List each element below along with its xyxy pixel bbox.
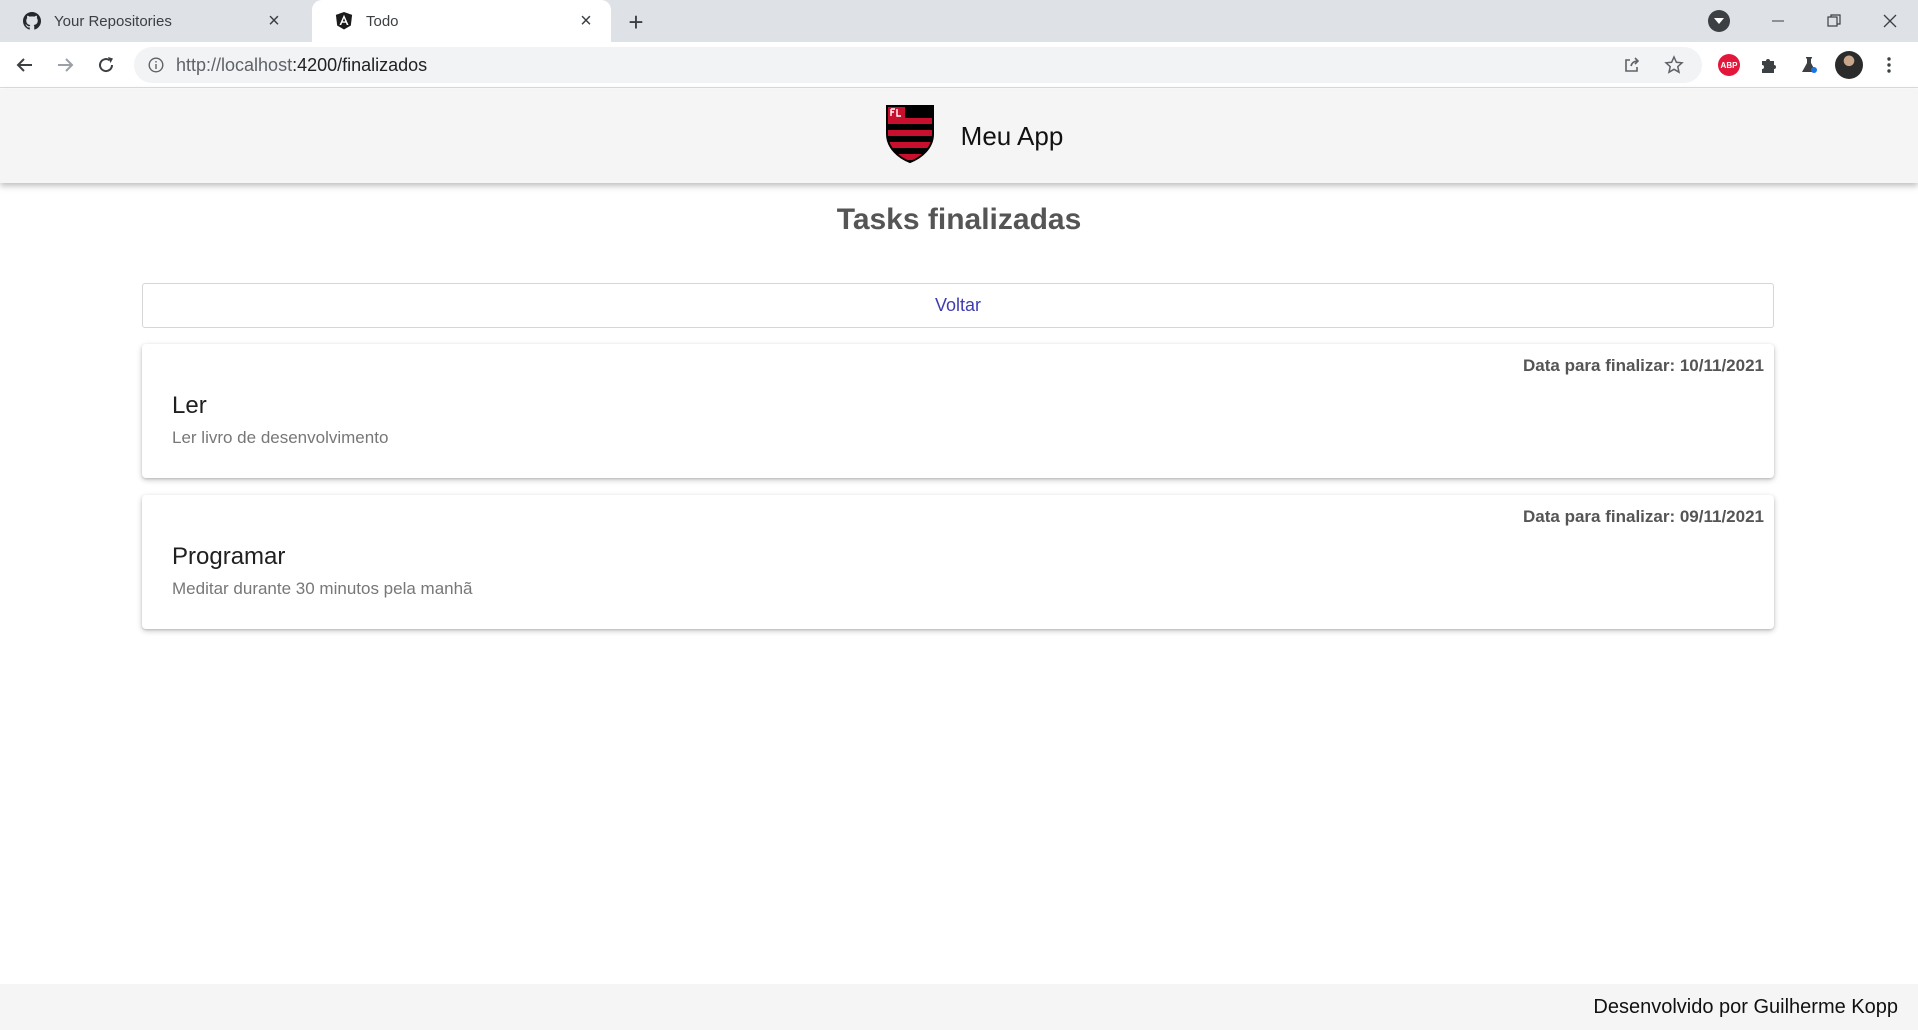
github-icon (22, 11, 42, 31)
close-window-icon[interactable] (1862, 0, 1918, 42)
app-header: Meu App (0, 89, 1918, 183)
tab-your-repositories[interactable]: Your Repositories × (0, 0, 299, 42)
task-description: Meditar durante 30 minutos pela manhã (172, 579, 473, 598)
window-controls (1750, 0, 1918, 42)
page-title: Tasks finalizadas (836, 203, 1082, 236)
close-tab-icon[interactable]: × (575, 10, 597, 32)
angular-icon (334, 11, 354, 31)
reload-icon[interactable] (91, 50, 121, 80)
close-tab-icon[interactable]: × (263, 10, 285, 32)
kebab-menu-icon[interactable] (1874, 50, 1904, 80)
tab-search-icon[interactable] (1708, 10, 1730, 32)
task-due-date: Data para finalizar: 09/11/2021 (1523, 507, 1764, 526)
site-info-icon[interactable] (146, 55, 166, 75)
app-name: Meu App (960, 120, 1064, 151)
task-description: Ler livro de desenvolvimento (172, 428, 389, 447)
flamengo-crest-logo (885, 104, 935, 169)
browser-toolbar: http://localhost:4200/finalizados ABP (0, 42, 1918, 88)
puzzle-icon[interactable] (1754, 50, 1784, 80)
bookmark-star-icon[interactable] (1660, 51, 1688, 79)
url-text: http://localhost:4200/finalizados (176, 54, 428, 75)
task-name: Programar (172, 543, 286, 570)
tab-todo[interactable]: Todo × (312, 0, 611, 42)
task-name: Ler (172, 392, 207, 419)
tab-title: Your Repositories (54, 12, 172, 30)
footer-credit: Desenvolvido por Guilherme Kopp (1593, 995, 1898, 1018)
restore-icon[interactable] (1806, 0, 1862, 42)
labs-icon[interactable] (1794, 50, 1824, 80)
extensions-area: ABP (1714, 50, 1904, 80)
app-footer: Desenvolvido por Guilherme Kopp (0, 984, 1918, 1030)
task-due-date: Data para finalizar: 10/11/2021 (1523, 356, 1764, 375)
tab-title: Todo (366, 12, 399, 30)
brand: Meu App (885, 104, 1064, 169)
share-icon[interactable] (1618, 51, 1646, 79)
minimize-icon[interactable] (1750, 0, 1806, 42)
avatar[interactable] (1834, 50, 1864, 80)
address-bar[interactable]: http://localhost:4200/finalizados (134, 47, 1702, 83)
back-arrow-icon[interactable] (10, 50, 40, 80)
new-tab-button[interactable]: + (622, 7, 650, 37)
task-card: Data para finalizar: 09/11/2021 Programa… (142, 495, 1774, 629)
task-card: Data para finalizar: 10/11/2021 Ler Ler … (142, 344, 1774, 478)
forward-arrow-icon[interactable] (50, 50, 80, 80)
back-button[interactable]: Voltar (142, 283, 1774, 328)
tab-strip: Your Repositories × Todo × + (0, 0, 1918, 42)
adblock-icon[interactable]: ABP (1714, 50, 1744, 80)
